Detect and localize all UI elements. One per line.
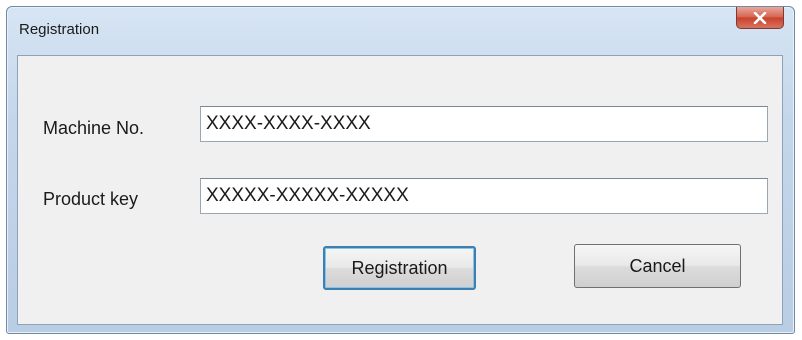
window-title: Registration [19,21,100,38]
product-key-label: Product key [43,189,139,209]
cancel-button[interactable]: Cancel [574,244,741,288]
dialog-client-area: Machine No. Product key Registration Can… [17,55,783,325]
close-icon [753,11,767,24]
registration-window: Registration Machine No. Product key Reg… [6,6,795,334]
machine-no-field[interactable] [200,106,768,142]
machine-no-label: Machine No. [43,118,145,138]
title-bar[interactable]: Registration [7,7,794,51]
registration-button[interactable]: Registration [323,246,476,290]
product-key-field[interactable] [200,178,768,214]
close-button[interactable] [736,7,784,29]
